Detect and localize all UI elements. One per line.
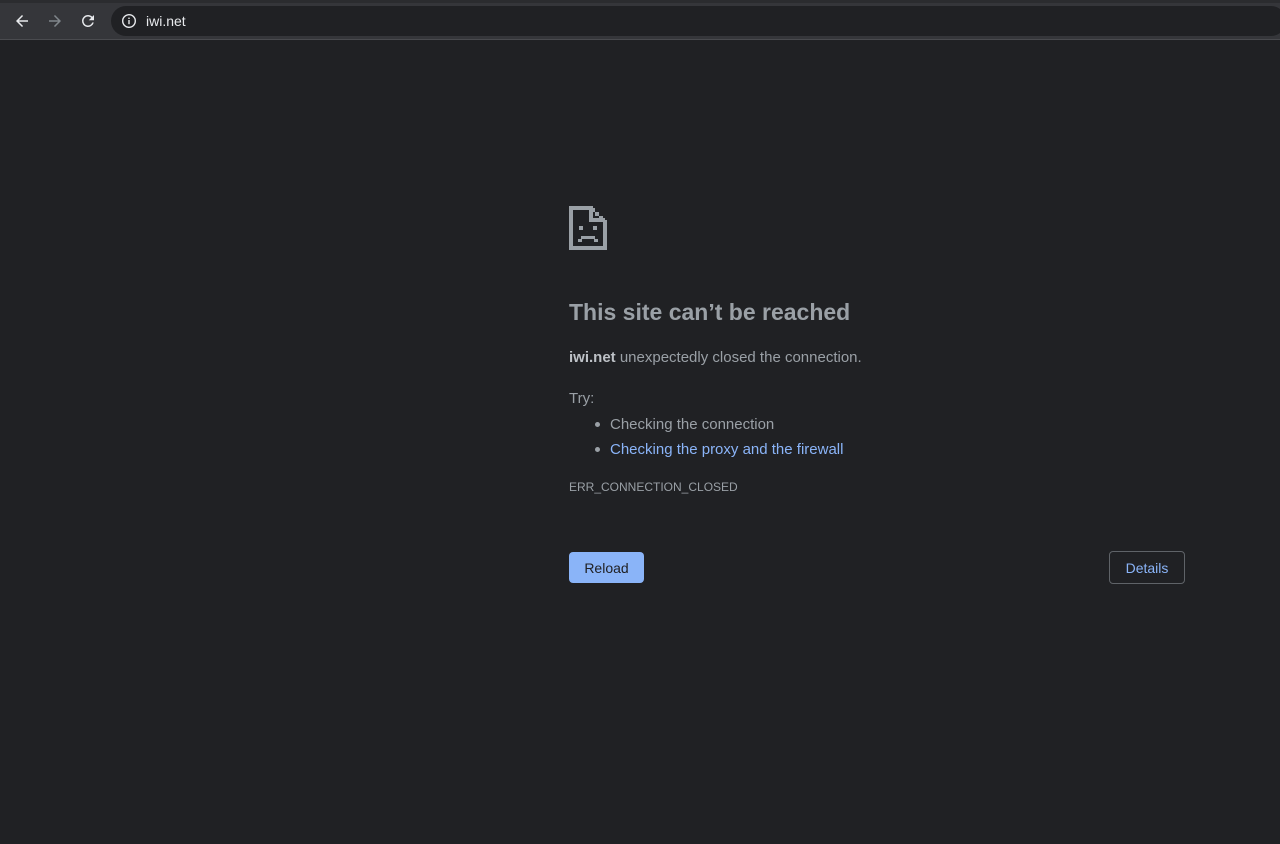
bullet-icon bbox=[595, 447, 600, 452]
reload-page-button[interactable] bbox=[75, 8, 101, 34]
suggestion-text: Checking the connection bbox=[610, 416, 775, 433]
sad-page-icon bbox=[569, 206, 607, 250]
suggestion-link-text[interactable]: Checking the proxy and the firewall bbox=[610, 441, 843, 458]
error-description: iwi.net unexpectedly closed the connecti… bbox=[569, 349, 862, 366]
error-host: iwi.net bbox=[569, 349, 616, 366]
suggestion-list: Checking the connection Checking the pro… bbox=[569, 412, 843, 462]
tab-strip-edge bbox=[0, 0, 1280, 3]
address-bar[interactable]: iwi.net bbox=[111, 6, 1280, 36]
reload-button[interactable]: Reload bbox=[569, 552, 644, 583]
suggestion-link-proxy-firewall[interactable]: Checking the proxy and the firewall bbox=[569, 437, 843, 462]
back-button[interactable] bbox=[9, 8, 35, 34]
arrow-right-icon bbox=[49, 15, 61, 27]
forward-button[interactable] bbox=[42, 8, 68, 34]
bullet-icon bbox=[595, 422, 600, 427]
browser-toolbar: iwi.net bbox=[0, 0, 1280, 40]
reload-icon bbox=[81, 14, 94, 27]
details-button[interactable]: Details bbox=[1109, 551, 1185, 584]
error-code: ERR_CONNECTION_CLOSED bbox=[569, 480, 738, 494]
info-icon[interactable] bbox=[121, 13, 137, 29]
url-text[interactable]: iwi.net bbox=[146, 13, 186, 29]
error-message: unexpectedly closed the connection. bbox=[615, 349, 862, 366]
error-title: This site can’t be reached bbox=[569, 299, 851, 325]
arrow-left-icon bbox=[16, 15, 28, 27]
try-label: Try: bbox=[569, 390, 595, 407]
suggestion-item: Checking the connection bbox=[569, 412, 843, 437]
